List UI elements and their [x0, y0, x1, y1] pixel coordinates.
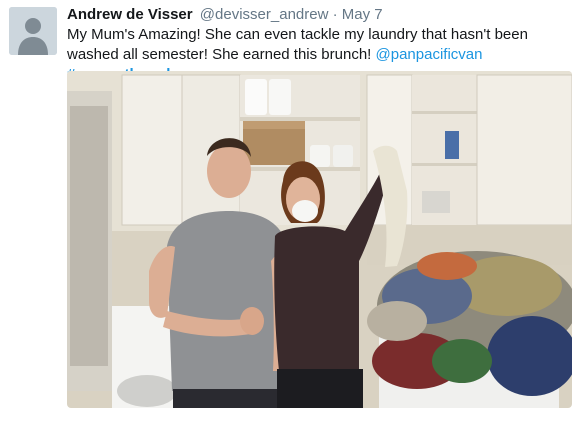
avatar[interactable]: [9, 7, 57, 55]
laundry-room-photo: [67, 71, 572, 408]
author-handle[interactable]: @devisser_andrew: [200, 6, 329, 23]
meta-separator: ·: [332, 6, 338, 23]
tweet-card: Andrew de Visser @devisser_andrew · May …: [0, 0, 581, 421]
tweet-header: Andrew de Visser @devisser_andrew · May …: [67, 5, 383, 24]
author-name[interactable]: Andrew de Visser: [67, 6, 193, 23]
mention-link[interactable]: @panpacificvan: [376, 46, 483, 63]
tweet-photo[interactable]: [67, 71, 572, 408]
tweet-date[interactable]: May 7: [342, 6, 383, 23]
default-profile-silhouette-icon: [9, 7, 57, 55]
